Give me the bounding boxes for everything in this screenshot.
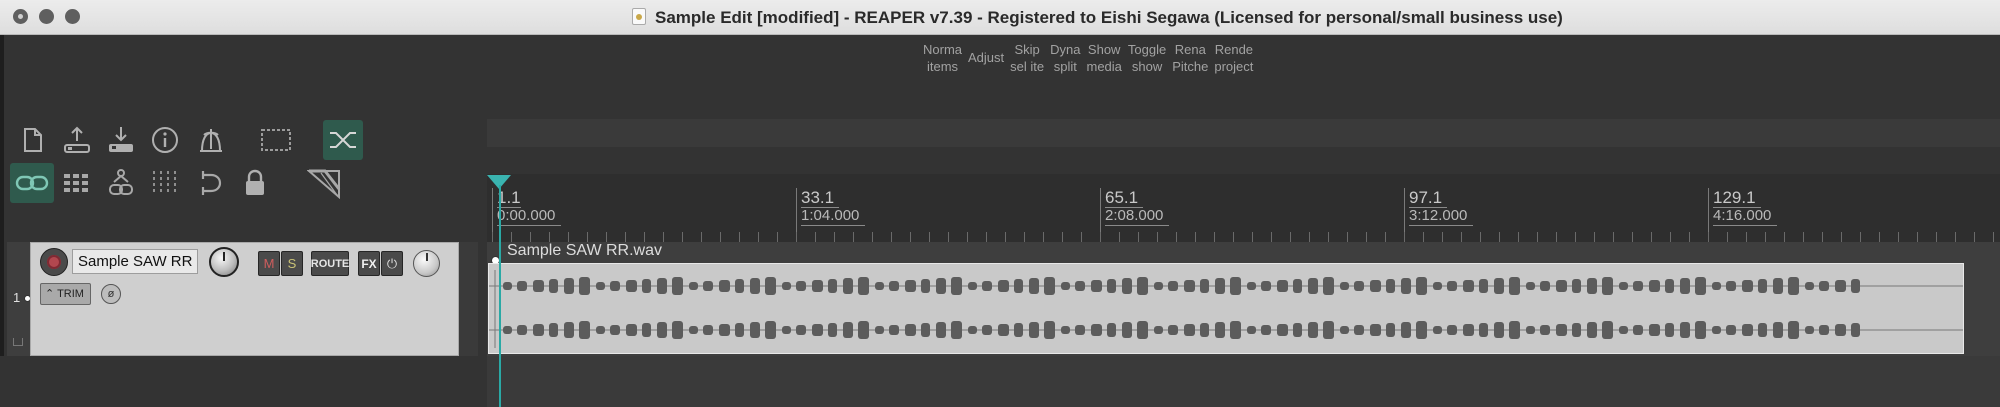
action-normalize-items[interactable]: Norma items <box>920 41 965 85</box>
track-number: 1 <box>13 290 21 305</box>
new-project-icon[interactable] <box>16 122 50 158</box>
zoom-window-button[interactable] <box>65 9 80 24</box>
folder-icon[interactable] <box>13 338 23 346</box>
ruler-time-label: 0:00.000 <box>497 207 556 224</box>
lane-empty-area <box>1964 263 2000 354</box>
mute-button[interactable]: M <box>258 251 280 276</box>
volume-knob[interactable] <box>209 247 239 277</box>
save-download-icon[interactable] <box>104 122 138 158</box>
fx-bypass-icon[interactable]: ⏻ <box>381 251 403 276</box>
metronome-icon[interactable] <box>194 122 228 158</box>
minimize-window-button[interactable] <box>39 9 54 24</box>
document-icon <box>632 8 646 25</box>
media-item-name: Sample SAW RR.wav <box>507 242 662 259</box>
close-window-button[interactable] <box>13 9 28 24</box>
pan-knob[interactable] <box>413 250 440 277</box>
ruler-header <box>487 119 2000 147</box>
title-bar: Sample Edit [modified] - REAPER v7.39 - … <box>0 0 2000 35</box>
fx-button[interactable]: FX <box>358 251 380 276</box>
group-link-icon[interactable] <box>104 165 138 201</box>
ruler-bar-label: 97.1 <box>1409 188 1443 207</box>
ruler-bar-label: 33.1 <box>801 188 835 207</box>
action-show-media[interactable]: Show media <box>1083 41 1124 85</box>
solo-button[interactable]: S <box>281 251 303 276</box>
trim-label: TRIM <box>57 288 84 300</box>
record-arm-button[interactable] <box>40 248 68 276</box>
arrange-empty-area[interactable] <box>487 356 2000 407</box>
trim-icon: ⌃ <box>45 288 58 300</box>
ruler-time-label: 2:08.000 <box>1105 207 1164 224</box>
action-toggle-show[interactable]: Toggle show <box>1125 41 1169 85</box>
track-header[interactable]: Sample SAW RR M S ROUTE FX ⏻ ⌃ TRIM ø <box>30 242 459 356</box>
grid-icon[interactable] <box>60 165 94 201</box>
track-control-panel: 1 Sample SAW RR M S ROUTE FX ⏻ ⌃ TRIM ø <box>7 242 478 356</box>
ruler-time-label: 1:04.000 <box>801 207 860 224</box>
project-info-icon[interactable] <box>148 122 182 158</box>
link-icon[interactable] <box>10 163 54 203</box>
left-edge <box>0 35 4 407</box>
snap-grid-icon[interactable] <box>148 165 182 201</box>
action-adjust[interactable]: Adjust <box>965 41 1007 85</box>
crossfade-icon[interactable] <box>323 120 363 160</box>
envelope-icon[interactable] <box>304 163 344 203</box>
ruler-time-label: 3:12.000 <box>1409 207 1468 224</box>
undo-loop-icon[interactable] <box>193 165 227 201</box>
action-skip-selected-items[interactable]: Skip sel ite <box>1007 41 1047 85</box>
lock-icon[interactable] <box>238 165 272 201</box>
marquee-select-icon[interactable] <box>259 122 293 158</box>
save-upload-icon[interactable] <box>60 122 94 158</box>
envelope-trim-button[interactable]: ⌃ TRIM <box>40 283 91 305</box>
playhead-cursor[interactable] <box>499 185 501 407</box>
route-button[interactable]: ROUTE <box>311 251 349 276</box>
waveform <box>489 270 1963 348</box>
action-render-project[interactable]: Rende project <box>1211 41 1256 85</box>
track-name-field[interactable]: Sample SAW RR <box>72 249 198 274</box>
media-item[interactable] <box>488 263 1964 354</box>
action-rename-pitches[interactable]: Rena Pitche <box>1169 41 1211 85</box>
action-dynamic-split[interactable]: Dyna split <box>1047 41 1083 85</box>
phase-invert-button[interactable]: ø <box>101 284 121 304</box>
ruler-bar-label: 129.1 <box>1713 188 1756 207</box>
timeline-ruler[interactable]: 1.1 0:00.000 33.1 1:04.000 65.1 2:08.000… <box>487 174 2000 246</box>
track-number-strip[interactable]: 1 <box>7 242 31 356</box>
custom-actions-toolbar: Norma items Adjust Skip sel ite Dyna spl… <box>920 41 1256 85</box>
ruler-bar-label: 65.1 <box>1105 188 1139 207</box>
ruler-time-label: 4:16.000 <box>1713 207 1772 224</box>
window-title: Sample Edit [modified] - REAPER v7.39 - … <box>655 8 1563 27</box>
